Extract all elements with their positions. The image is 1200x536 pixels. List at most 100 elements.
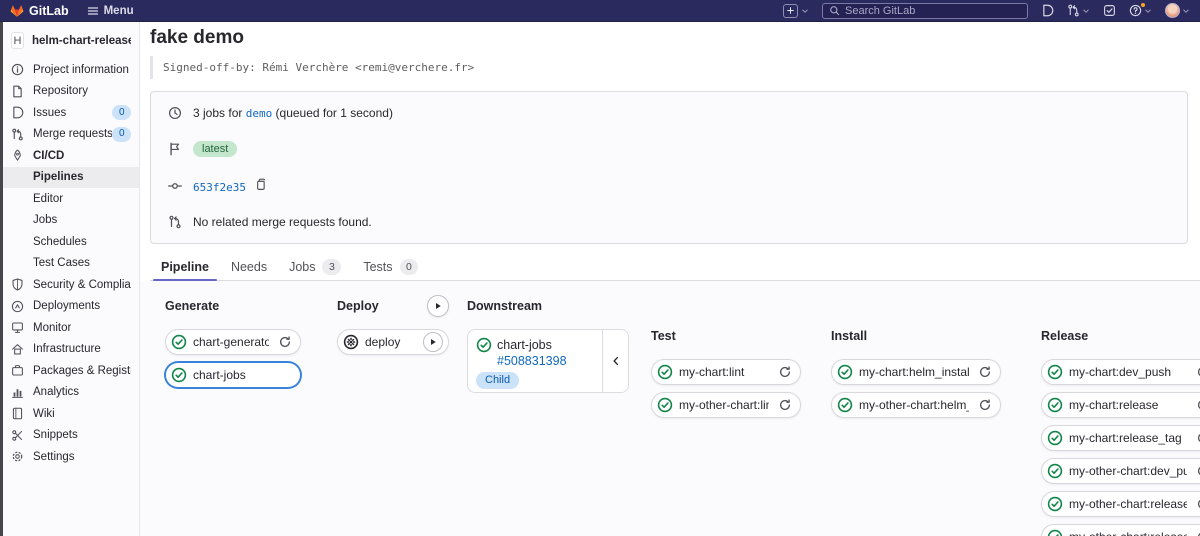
- project-name: helm-chart-release-exa...: [32, 35, 131, 47]
- sidebar-item-jobs[interactable]: Jobs: [3, 210, 139, 232]
- menu-button[interactable]: Menu: [87, 5, 134, 17]
- job-my-chart-release[interactable]: my-chart:release: [1041, 392, 1200, 418]
- gitlab-logo[interactable]: GitLab: [10, 4, 69, 18]
- job-name: my-other-chart:dev_push: [1069, 464, 1187, 478]
- sidebar-item-editor[interactable]: Editor: [3, 188, 139, 210]
- jobs-summary-row: 3 jobs for demo (queued for 1 second): [167, 106, 1171, 120]
- tab-pipeline[interactable]: Pipeline: [150, 254, 220, 280]
- pipeline-tabs: Pipeline NeedsJobs3Tests0: [150, 254, 1200, 281]
- monitor-icon: [11, 321, 24, 334]
- new-dropdown-button[interactable]: [783, 4, 809, 18]
- notification-dot: [1141, 3, 1145, 7]
- job-name: my-other-chart:lint: [679, 398, 769, 412]
- merge-requests-shortcut-button[interactable]: [1067, 4, 1090, 17]
- job-chart-jobs[interactable]: chart-jobs: [165, 362, 301, 388]
- sidebar-item-monitor[interactable]: Monitor: [3, 317, 139, 339]
- check-circle-icon: [837, 397, 853, 413]
- job-name: my-other-chart:release: [1069, 497, 1187, 511]
- retry-job-button[interactable]: [775, 395, 795, 415]
- sidebar-item-settings[interactable]: Settings: [3, 446, 139, 468]
- info-icon: [11, 63, 24, 76]
- retry-job-button[interactable]: [775, 362, 795, 382]
- job-name: my-chart:release_tag: [1069, 431, 1187, 445]
- pipeline-page: fake demo Signed-off-by: Rémi Verchère <…: [140, 22, 1200, 536]
- sidebar-item-deployments[interactable]: Deployments: [3, 296, 139, 318]
- sidebar-item-security-compliance[interactable]: Security & Compliance: [3, 274, 139, 296]
- ref-link[interactable]: demo: [246, 107, 273, 120]
- downstream-title-row: chart-jobs: [476, 337, 598, 353]
- stage-install: Install my-chart:helm_install my-other-cha…: [831, 325, 1001, 425]
- check-circle-icon: [1047, 463, 1063, 479]
- job-my-other-chart-helm-install[interactable]: my-other-chart:helm_install: [831, 392, 1001, 418]
- sidebar-item-schedules[interactable]: Schedules: [3, 231, 139, 253]
- help-button[interactable]: [1129, 4, 1152, 17]
- issues-shortcut-button[interactable]: [1041, 4, 1054, 17]
- check-circle-icon: [657, 397, 673, 413]
- sidebar-item-merge-requests[interactable]: Merge requests0: [3, 124, 139, 146]
- retry-job-button[interactable]: [975, 395, 995, 415]
- job-my-chart-lint[interactable]: my-chart:lint: [651, 359, 801, 385]
- stage-name: Install: [831, 329, 867, 343]
- tab-count-badge: 0: [400, 259, 419, 275]
- retry-job-button[interactable]: [1193, 527, 1200, 536]
- sidebar-item-wiki[interactable]: Wiki: [3, 403, 139, 425]
- sidebar-item-ci-cd[interactable]: CI/CD: [3, 145, 139, 167]
- sidebar-item-label: Infrastructure: [33, 343, 101, 355]
- sidebar-item-pipelines[interactable]: Pipelines: [3, 167, 139, 189]
- sidebar-item-issues[interactable]: Issues0: [3, 102, 139, 124]
- deploy-icon: [11, 300, 24, 313]
- play-job-button[interactable]: [423, 332, 443, 352]
- job-my-other-chart-lint[interactable]: my-other-chart:lint: [651, 392, 801, 418]
- retry-job-button[interactable]: [275, 332, 295, 352]
- stage-test: Testmy-chart:lintmy-other-chart:lint: [651, 325, 801, 425]
- job-deploy[interactable]: deploy: [337, 329, 449, 355]
- user-menu-button[interactable]: [1165, 3, 1190, 18]
- job-my-chart-release-tag[interactable]: my-chart:release_tag: [1041, 425, 1200, 451]
- queued-text: (queued for 1 second): [272, 106, 393, 120]
- sidebar-item-repository[interactable]: Repository: [3, 81, 139, 103]
- check-circle-icon: [476, 337, 492, 353]
- check-circle-icon: [171, 367, 187, 383]
- job-name: my-other-chart:release_tag: [1069, 530, 1187, 536]
- sidebar-item-project-information[interactable]: Project information: [3, 59, 139, 81]
- commit-sha-link[interactable]: 653f2e35: [193, 181, 246, 194]
- search-input[interactable]: [845, 5, 1021, 17]
- sidebar-item-analytics[interactable]: Analytics: [3, 382, 139, 404]
- tab-label: Pipeline: [161, 260, 209, 274]
- retry-job-button[interactable]: [1193, 461, 1200, 481]
- sidebar-item-label: Analytics: [33, 386, 79, 398]
- sidebar-project-link[interactable]: H helm-chart-release-exa...: [3, 30, 139, 59]
- related-mr-row: No related merge requests found.: [167, 215, 1171, 229]
- stage-play-all-button[interactable]: [427, 295, 449, 317]
- sidebar-item-label: CI/CD: [33, 150, 64, 162]
- job-my-chart-helm-install[interactable]: my-chart:helm_install: [831, 359, 1001, 385]
- sidebar-item-infrastructure[interactable]: Infrastructure: [3, 339, 139, 361]
- sidebar-item-packages-registries[interactable]: Packages & Registries: [3, 360, 139, 382]
- sidebar-item-test-cases[interactable]: Test Cases: [3, 253, 139, 275]
- job-my-other-chart-release[interactable]: my-other-chart:release: [1041, 491, 1200, 517]
- job-my-other-chart-release-tag[interactable]: my-other-chart:release_tag: [1041, 524, 1200, 536]
- sidebar-item-label: Wiki: [33, 408, 55, 420]
- copy-commit-sha-button[interactable]: [253, 178, 268, 191]
- retry-job-button[interactable]: [1193, 494, 1200, 514]
- chart-icon: [11, 386, 24, 399]
- tab-tests[interactable]: Tests0: [352, 254, 429, 280]
- job-chart-generator[interactable]: chart-generator: [165, 329, 301, 355]
- jobs-count-text: 3 jobs for: [193, 106, 246, 120]
- job-my-chart-dev-push[interactable]: my-chart:dev_push: [1041, 359, 1200, 385]
- downstream-pipeline-card[interactable]: chart-jobs#508831398Child: [467, 329, 629, 393]
- downstream-pipeline-link[interactable]: #508831398: [497, 354, 598, 368]
- job-my-other-chart-dev-push[interactable]: my-other-chart:dev_push: [1041, 458, 1200, 484]
- retry-job-button[interactable]: [1193, 428, 1200, 448]
- retry-job-button[interactable]: [1193, 395, 1200, 415]
- sidebar-item-snippets[interactable]: Snippets: [3, 425, 139, 447]
- retry-job-button[interactable]: [975, 362, 995, 382]
- stage-name: Generate: [165, 299, 219, 313]
- tab-jobs[interactable]: Jobs3: [278, 254, 352, 280]
- global-search[interactable]: [822, 3, 1028, 19]
- retry-job-button[interactable]: [1193, 362, 1200, 382]
- tab-needs[interactable]: Needs: [220, 254, 278, 280]
- todos-button[interactable]: [1103, 4, 1116, 17]
- downstream-collapse-button[interactable]: [602, 330, 628, 392]
- check-circle-icon: [171, 334, 187, 350]
